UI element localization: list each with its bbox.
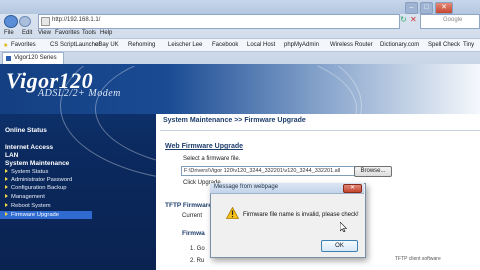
back-button[interactable] bbox=[4, 15, 18, 28]
nav-internet-access[interactable]: Internet Access bbox=[5, 144, 53, 151]
tftp-client-text: TFTP client software bbox=[395, 256, 441, 262]
mouse-cursor-icon bbox=[340, 222, 347, 232]
favorites-bar: ★ Favorites CS ScriptLauncher eBay UK Re… bbox=[0, 38, 480, 52]
bullet-icon bbox=[5, 212, 8, 217]
fav-link[interactable]: Wireless Router bbox=[330, 42, 373, 48]
address-bar[interactable]: http://192.168.1.1/ bbox=[38, 14, 400, 29]
bullet-icon bbox=[5, 169, 8, 174]
page-title: System Maintenance >> Firmware Upgrade bbox=[163, 117, 306, 124]
bullet-icon bbox=[5, 185, 8, 190]
maximize-button[interactable]: □ bbox=[420, 2, 433, 14]
step-two: 2. Ru bbox=[190, 258, 205, 264]
bullet-icon bbox=[5, 194, 8, 199]
nav-item-label: Management bbox=[11, 194, 45, 200]
fav-link[interactable]: Tiny bbox=[463, 42, 474, 48]
web-firmware-heading: Web Firmware Upgrade bbox=[165, 143, 244, 150]
stop-icon[interactable]: ✕ bbox=[410, 15, 418, 26]
nav-item-label: Reboot System bbox=[11, 203, 51, 209]
step-one: 1. Go bbox=[190, 246, 205, 252]
file-path-value: F:\Drivers\Vigor 120\v120_3244_332201\v1… bbox=[184, 168, 341, 174]
refresh-icon[interactable]: ↻ bbox=[400, 15, 408, 26]
nav-system-maintenance[interactable]: System Maintenance bbox=[5, 160, 69, 167]
nav-item-reboot-system[interactable]: Reboot System bbox=[5, 203, 51, 209]
nav-item-system-status[interactable]: System Status bbox=[5, 169, 48, 175]
fav-link[interactable]: phpMyAdmin bbox=[284, 42, 319, 48]
firmware-file-input[interactable]: F:\Drivers\Vigor 120\v120_3244_332201\v1… bbox=[181, 166, 355, 176]
bullet-icon bbox=[5, 177, 8, 182]
tab-vigor120[interactable]: Vigor120 Series bbox=[2, 52, 64, 64]
select-file-label: Select a firmware file. bbox=[183, 156, 241, 162]
dialog-title: Message from webpage bbox=[214, 184, 279, 190]
nav-item-management[interactable]: Management bbox=[5, 194, 45, 200]
close-window-button[interactable]: ✕ bbox=[435, 2, 453, 14]
menu-edit[interactable]: Edit bbox=[22, 30, 32, 36]
nav-item-config-backup[interactable]: Configuration Backup bbox=[5, 185, 66, 191]
menu-favorites[interactable]: Favorites bbox=[55, 30, 80, 36]
dialog-message: Firmware file name is invalid, please ch… bbox=[243, 212, 359, 218]
tab-favicon-icon bbox=[6, 56, 11, 61]
tab-bar bbox=[0, 51, 480, 64]
router-model: ADSL2/2+ Modem bbox=[38, 88, 121, 99]
firmware-heading: Firmwa bbox=[182, 230, 205, 237]
menu-view[interactable]: View bbox=[38, 30, 51, 36]
nav-item-label: System Status bbox=[11, 169, 49, 175]
fav-link[interactable]: Spell Check bbox=[428, 42, 460, 48]
fav-link[interactable]: eBay UK bbox=[95, 42, 119, 48]
bullet-icon bbox=[5, 203, 8, 208]
fav-link[interactable]: CS ScriptLauncher bbox=[50, 42, 100, 48]
nav-online-status[interactable]: Online Status bbox=[5, 127, 47, 134]
current-label: Current bbox=[182, 213, 203, 219]
fav-link[interactable]: Facebook bbox=[212, 42, 238, 48]
nav-item-label: Firmware Upgrade bbox=[11, 212, 59, 218]
address-text: http://192.168.1.1/ bbox=[52, 17, 101, 23]
forward-button[interactable] bbox=[19, 16, 31, 27]
browse-button[interactable]: Browse... bbox=[354, 166, 392, 177]
menu-help[interactable]: Help bbox=[100, 30, 112, 36]
menu-tools[interactable]: Tools bbox=[82, 30, 96, 36]
fav-link[interactable]: Leischer Lee bbox=[168, 42, 202, 48]
nav-lan[interactable]: LAN bbox=[5, 152, 18, 159]
dialog-close-button[interactable]: ✕ bbox=[343, 184, 362, 193]
page-icon bbox=[41, 17, 50, 26]
fav-link[interactable]: Rehoming bbox=[128, 42, 155, 48]
tftp-heading: TFTP Firmware bbox=[165, 202, 212, 209]
fav-link[interactable]: Local Host bbox=[247, 42, 275, 48]
nav-item-label: Administrator Password bbox=[11, 177, 73, 183]
nav-item-firmware-upgrade[interactable]: Firmware Upgrade bbox=[5, 212, 59, 218]
header-swoosh bbox=[95, 66, 357, 170]
warning-icon bbox=[226, 207, 239, 219]
title-divider bbox=[160, 130, 480, 131]
ok-button[interactable]: OK bbox=[321, 240, 358, 252]
nav-item-label: Configuration Backup bbox=[11, 185, 67, 191]
star-icon: ★ bbox=[3, 43, 9, 49]
search-placeholder: Google bbox=[443, 17, 463, 23]
fav-link[interactable]: Dictionary.com bbox=[380, 42, 419, 48]
menu-file[interactable]: File bbox=[4, 30, 14, 36]
tab-title: Vigor120 Series bbox=[14, 55, 57, 61]
search-input[interactable]: Google bbox=[420, 14, 480, 29]
favorites-button[interactable]: Favorites bbox=[11, 42, 36, 48]
minimize-button[interactable]: – bbox=[405, 2, 418, 14]
nav-item-admin-password[interactable]: Administrator Password bbox=[5, 177, 72, 183]
